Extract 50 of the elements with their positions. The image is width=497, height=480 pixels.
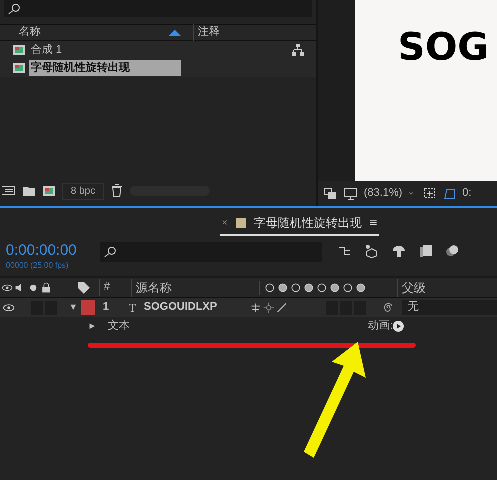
column-header[interactable]: #: [99, 279, 131, 296]
animate-label: 动画:: [368, 319, 394, 334]
mask-icon[interactable]: [442, 186, 457, 200]
bit-depth-button[interactable]: 8 bpc: [62, 182, 104, 200]
mushroom-icon[interactable]: [392, 244, 406, 258]
layer-name[interactable]: SOGOUIDLXP: [144, 299, 250, 316]
search-icon: [8, 2, 22, 14]
property-row[interactable]: ► 文本 动画:: [0, 317, 497, 336]
expand-arrow[interactable]: ►: [88, 320, 108, 334]
spiral-icon[interactable]: [382, 300, 394, 314]
project-item[interactable]: 字母随机性旋转出现: [0, 59, 316, 77]
play-circle-icon[interactable]: [393, 321, 404, 332]
composition-icon[interactable]: [42, 184, 56, 198]
close-tab-button[interactable]: ×: [222, 216, 228, 230]
monitor-icon[interactable]: [344, 186, 358, 200]
tag-icon[interactable]: [77, 280, 91, 294]
flowchart-icon[interactable]: [292, 44, 304, 56]
composition-icon[interactable]: [12, 61, 26, 75]
interpret-footage-icon[interactable]: [2, 184, 16, 198]
trash-icon[interactable]: [110, 184, 124, 198]
search-field[interactable]: [100, 242, 322, 262]
label-swatch-icon: [236, 218, 246, 228]
timecode[interactable]: 0:: [462, 185, 472, 202]
sort-ascending-icon[interactable]: [169, 30, 181, 36]
lock-icon[interactable]: [41, 280, 52, 294]
folder-icon[interactable]: [22, 184, 36, 198]
current-time[interactable]: 0:00:00:00: [6, 242, 100, 260]
frame-rate-label: 00000 (25.00 fps): [6, 260, 70, 272]
parent-dropdown[interactable]: 无: [402, 300, 497, 315]
column-header[interactable]: 源名称: [131, 278, 259, 296]
label-swatch-icon[interactable]: [81, 300, 95, 315]
film-stack-icon[interactable]: [419, 244, 433, 258]
expand-arrow[interactable]: ▼: [69, 300, 79, 314]
panel-menu-button[interactable]: ≡: [370, 213, 378, 233]
layer-row[interactable]: ▼ 1 T SOGOUIDLXP 无: [0, 298, 497, 317]
composition-tab[interactable]: × 字母随机性旋转出现 ≡: [220, 212, 380, 236]
column-header[interactable]: 父级: [397, 278, 426, 296]
layer-index: 1: [103, 300, 110, 316]
tab-title: 字母随机性旋转出现: [254, 215, 362, 232]
layers-icon[interactable]: [324, 186, 338, 200]
grid-icon[interactable]: [422, 186, 437, 200]
column-header[interactable]: 名称: [19, 24, 169, 41]
property-name: 文本: [108, 318, 131, 334]
preview-text: SOG: [398, 25, 489, 69]
layer-type: T: [129, 300, 138, 316]
search-field[interactable]: [4, 0, 312, 17]
search-icon: [104, 246, 118, 258]
composition-icon[interactable]: [12, 43, 26, 57]
zoom-dropdown[interactable]: (83.1%): [364, 185, 403, 202]
project-item[interactable]: 合成 1: [0, 41, 316, 59]
